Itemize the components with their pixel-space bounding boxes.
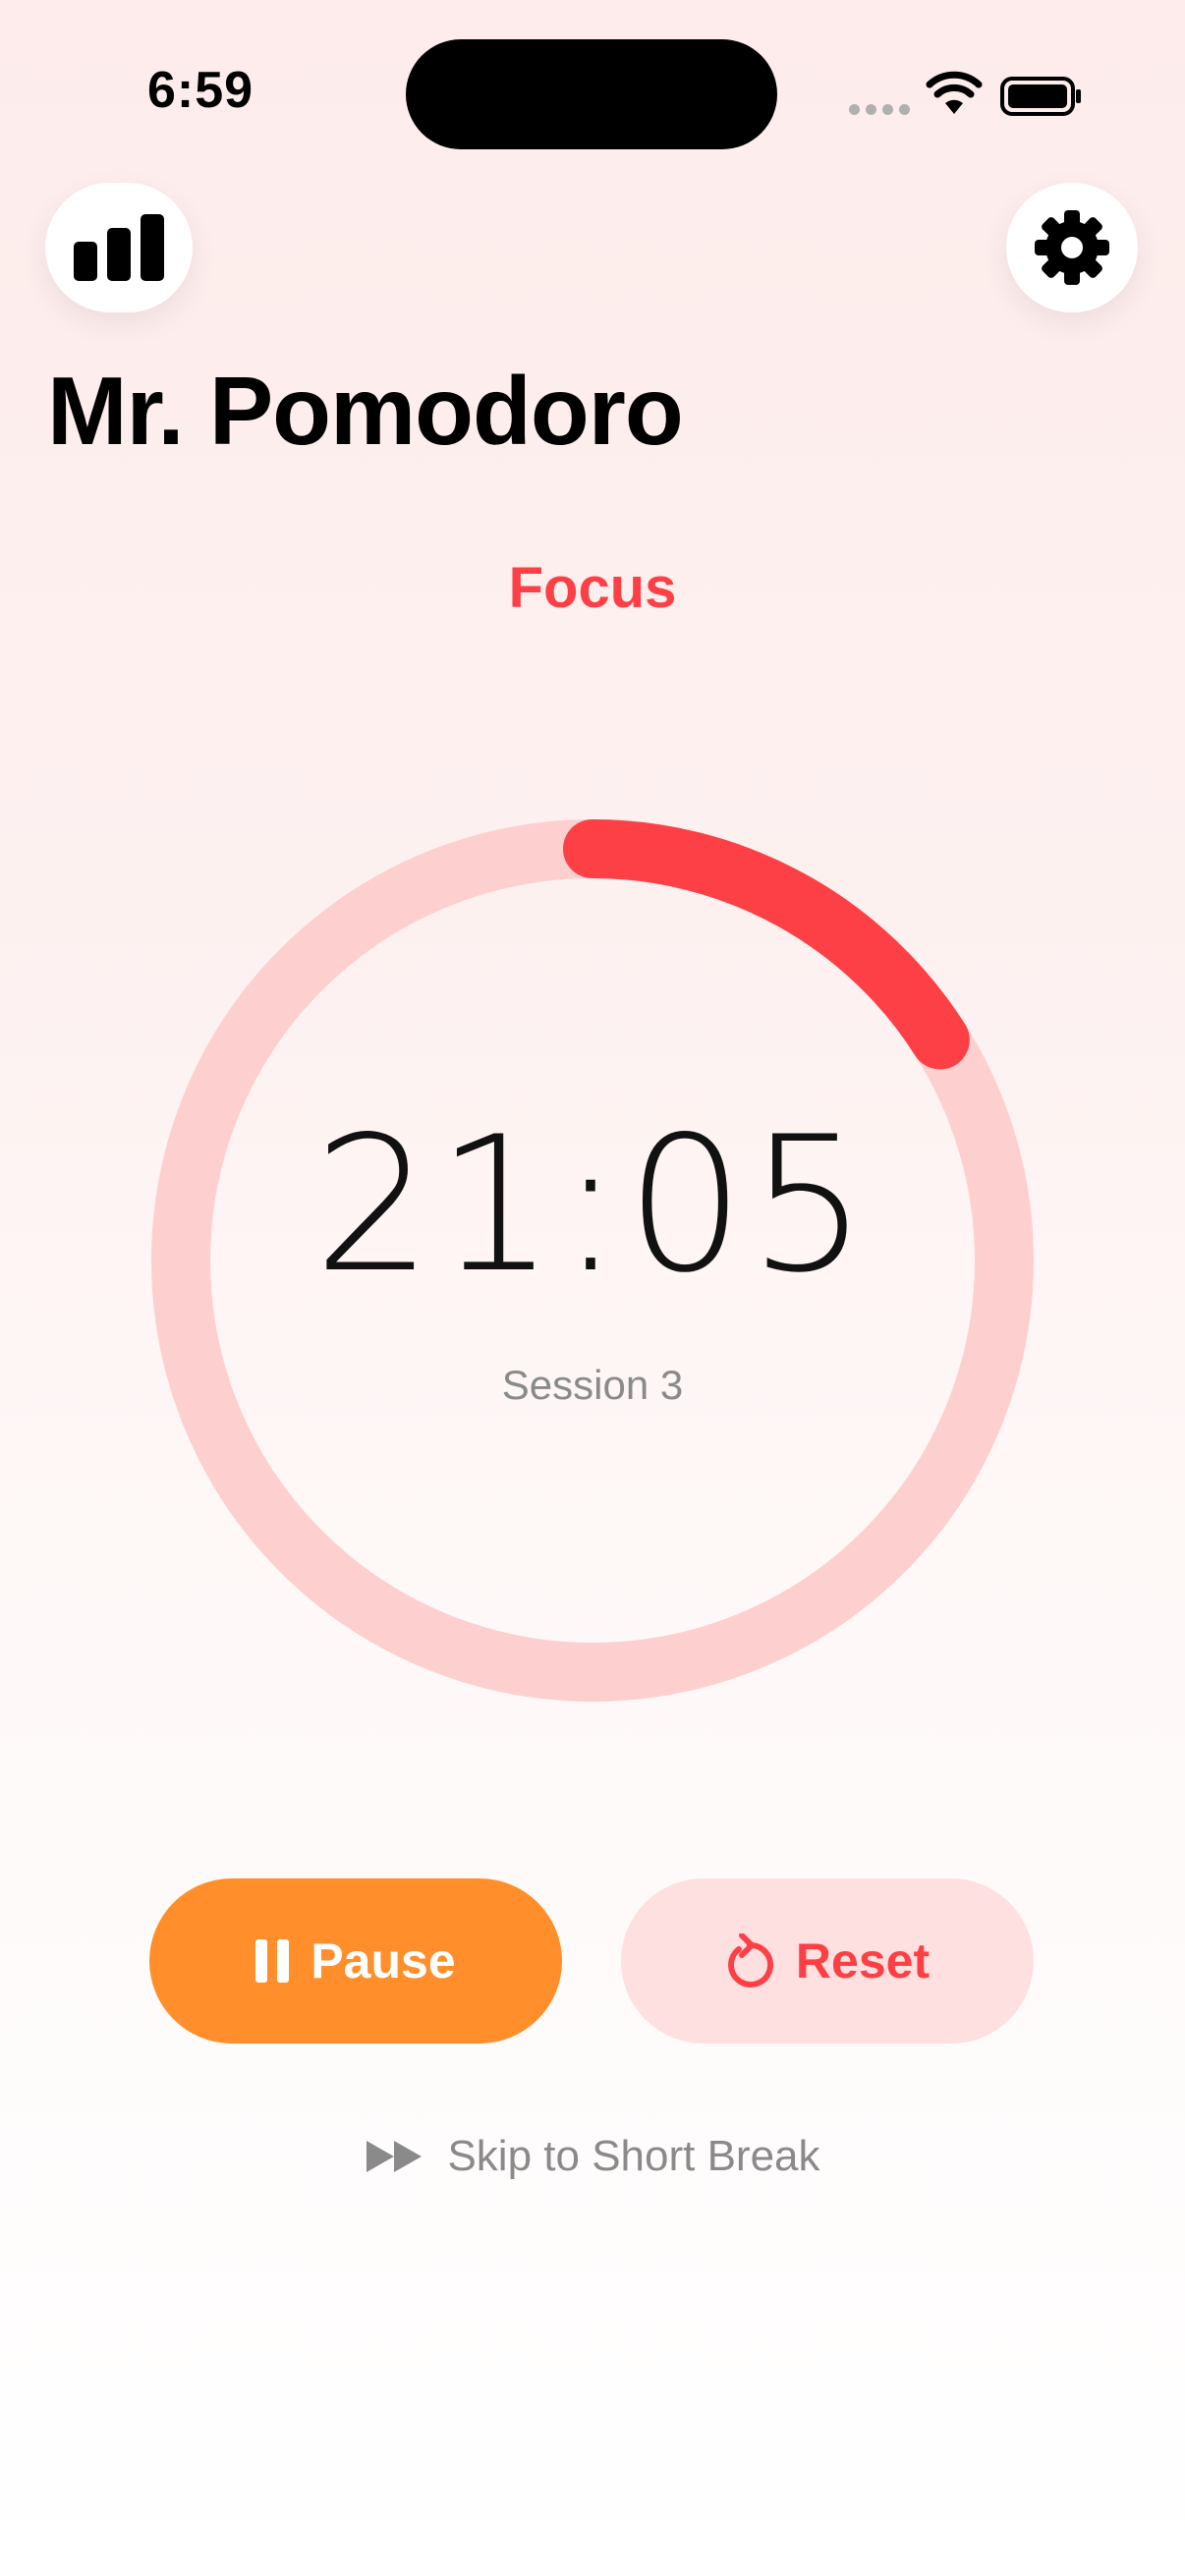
pause-label: Pause: [310, 1933, 456, 1988]
skip-label: Skip to Short Break: [447, 2132, 820, 2180]
reset-button[interactable]: Reset: [621, 1878, 1034, 2044]
settings-button[interactable]: [1006, 183, 1138, 312]
progress-arc: [563, 819, 970, 1070]
timer-display: 21:05: [313, 1096, 872, 1314]
chart-bars-icon: [74, 214, 164, 281]
skip-to-short-break-button[interactable]: Skip to Short Break: [0, 2132, 1185, 2181]
pause-button[interactable]: Pause: [149, 1878, 562, 2044]
stats-button[interactable]: [45, 183, 193, 312]
session-label: Session 3: [501, 1362, 684, 1408]
reset-label: Reset: [795, 1933, 931, 1988]
app-title: Mr. Pomodoro: [47, 357, 684, 465]
wifi-icon: [926, 71, 983, 114]
timer-mode-label: Focus: [508, 556, 677, 620]
reset-icon: [727, 1933, 773, 1988]
cellular-signal-icon: [849, 104, 910, 115]
gear-icon: [1035, 210, 1109, 285]
battery-icon: [1000, 77, 1081, 116]
dynamic-island: [406, 39, 777, 149]
status-time: 6:59: [147, 62, 254, 119]
fast-forward-icon: [367, 2141, 423, 2172]
pause-icon: [255, 1939, 290, 1983]
